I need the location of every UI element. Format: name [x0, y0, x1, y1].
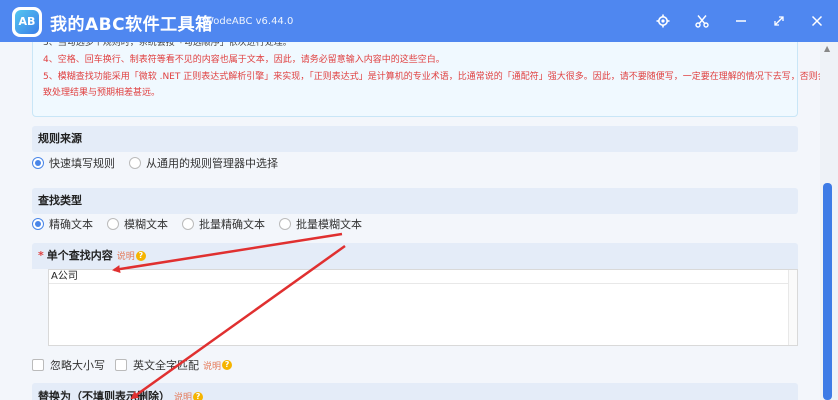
gear-icon	[656, 14, 670, 28]
radio-unselected[interactable]	[129, 157, 141, 169]
minimize-icon	[736, 20, 746, 22]
help-link[interactable]: 说明	[174, 393, 192, 400]
question-icon[interactable]: ?	[193, 392, 204, 400]
settings-button[interactable]	[650, 8, 676, 34]
find-type-option-batch-exact[interactable]: 批量精确文本	[182, 216, 265, 232]
find-type-option-label: 批量精确文本	[199, 218, 265, 231]
app-logo: AB	[12, 7, 42, 37]
question-icon[interactable]: ?	[222, 360, 233, 370]
required-asterisk: *	[38, 249, 44, 262]
whole-word-label: 英文全字匹配	[133, 359, 199, 372]
match-options: 忽略大小写 英文全字匹配 说明?	[32, 356, 242, 374]
minimize-button[interactable]	[728, 8, 754, 34]
single-find-heading: * 单个查找内容 说明?	[32, 243, 798, 269]
close-icon	[811, 15, 823, 27]
title-bar: AB 我的ABC软件工具箱 WodeABC v6.44.0	[0, 0, 838, 42]
question-icon[interactable]: ?	[135, 251, 146, 261]
close-button[interactable]	[804, 8, 830, 34]
whole-word-checkbox[interactable]: 英文全字匹配 说明?	[115, 357, 233, 373]
help-link[interactable]: 说明	[203, 359, 221, 372]
app-version: WodeABC v6.44.0	[204, 16, 294, 27]
radio-unselected[interactable]	[107, 218, 119, 230]
replace-label: 替换为（不填则表示删除）	[38, 390, 170, 400]
notice-box: 3、当勾选多个规则时，系统会按「勾选顺序」依次进行处理。 4、空格、回车换行、制…	[32, 42, 820, 117]
find-type-option-label: 精确文本	[49, 218, 93, 231]
replace-heading: 替换为（不填则表示删除） 说明?	[32, 383, 798, 400]
scrollbar-thumb[interactable]	[823, 183, 832, 400]
notice-line-5-cont: 致处理结果与预期相差甚远。	[43, 88, 161, 98]
checkbox[interactable]	[115, 359, 127, 371]
main-content: 3、当勾选多个规则时，系统会按「勾选顺序」依次进行处理。 4、空格、回车换行、制…	[0, 42, 820, 400]
scroll-up-arrow-icon[interactable]: ▲	[824, 44, 830, 53]
rule-source-option-quick[interactable]: 快速填写规则	[32, 155, 115, 171]
rule-source-heading: 规则来源	[32, 126, 798, 152]
find-type-option-exact[interactable]: 精确文本	[32, 216, 93, 232]
radio-unselected[interactable]	[182, 218, 194, 230]
find-type-option-label: 批量模糊文本	[296, 218, 362, 231]
rule-source-option-manager[interactable]: 从通用的规则管理器中选择	[129, 155, 278, 171]
app-logo-mark: AB	[15, 10, 39, 34]
find-type-option-batch-fuzzy[interactable]: 批量模糊文本	[279, 216, 362, 232]
app-title: 我的ABC软件工具箱	[50, 15, 213, 35]
rule-source-option-label: 快速填写规则	[49, 157, 115, 170]
find-type-options: 精确文本 模糊文本 批量精确文本 批量模糊文本	[32, 214, 376, 234]
notice-line-5: 5、模糊查找功能采用「微软 .NET 正则表达式解析引擎」来实现，「正则表达式」…	[43, 72, 820, 82]
single-find-label: 单个查找内容	[46, 249, 113, 262]
maximize-button[interactable]	[766, 8, 792, 34]
find-type-option-label: 模糊文本	[124, 218, 168, 231]
notice-line-4: 4、空格、回车换行、制表符等看不见的内容也属于文本，因此，请务必留意输入内容中的…	[43, 55, 445, 65]
expand-icon	[774, 16, 784, 26]
find-type-heading: 查找类型	[32, 188, 798, 214]
radio-selected[interactable]	[32, 157, 44, 169]
checkbox[interactable]	[32, 359, 44, 371]
radio-unselected[interactable]	[279, 218, 291, 230]
single-find-textarea[interactable]: A公司	[48, 269, 798, 346]
rule-source-options: 快速填写规则 从通用的规则管理器中选择	[32, 153, 292, 173]
textarea-scrollbar[interactable]	[788, 270, 797, 345]
find-type-option-fuzzy[interactable]: 模糊文本	[107, 216, 168, 232]
radio-selected[interactable]	[32, 218, 44, 230]
ignore-case-checkbox[interactable]: 忽略大小写	[32, 357, 105, 373]
help-link[interactable]: 说明	[117, 252, 135, 262]
tools-button[interactable]	[689, 8, 715, 34]
ignore-case-label: 忽略大小写	[50, 359, 105, 372]
scissors-icon	[695, 15, 709, 28]
rule-source-option-label: 从通用的规则管理器中选择	[146, 157, 278, 170]
single-find-value[interactable]: A公司	[49, 270, 797, 284]
notice-line-3: 3、当勾选多个规则时，系统会按「勾选顺序」依次进行处理。	[43, 42, 292, 48]
